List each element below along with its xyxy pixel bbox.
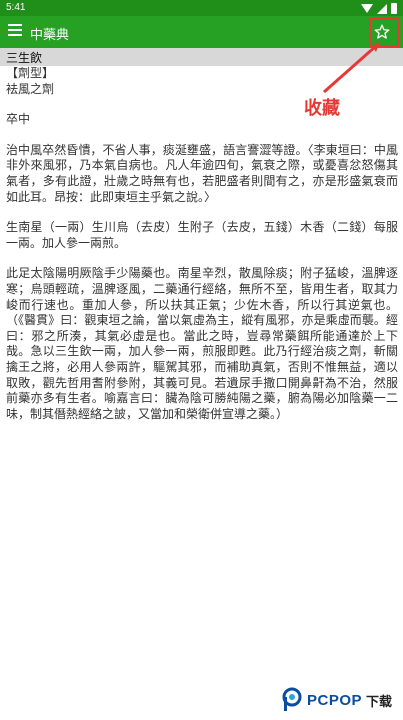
paragraph-indications: 治中風卒然昏憒，不省人事，痰涎壅盛，語言謇澀等證。〈李東垣曰：中風非外來風邪，乃…	[6, 142, 398, 204]
paragraph-ingredients: 生南星（一兩）生川烏（去皮）生附子（去皮，五錢）木香（二錢）每服一兩。加人參一兩…	[6, 220, 398, 250]
watermark: PCPOP 下载	[281, 684, 392, 716]
annotation-arrow-icon	[323, 42, 380, 94]
article-content: 【劑型】 袪風之劑 卒中 治中風卒然昏憒，不省人事，痰涎壅盛，語言謇澀等證。〈李…	[6, 66, 398, 437]
annotation-label: 收藏	[304, 98, 340, 119]
pcpop-logo-icon	[282, 687, 302, 711]
battery-icon	[391, 3, 397, 14]
status-time: 5:41	[6, 2, 26, 13]
section-title: 三生飲	[6, 51, 43, 65]
wifi-icon	[361, 4, 373, 13]
watermark-brand: PCPOP	[307, 691, 363, 709]
signal-icon	[377, 3, 387, 14]
app-title: 中藥典	[30, 28, 70, 43]
status-icons	[361, 3, 397, 14]
menu-icon[interactable]	[8, 24, 22, 38]
status-bar: 5:41	[0, 0, 403, 16]
watermark-suffix: 下载	[366, 694, 393, 710]
paragraph-explanation: 此足太陰陽明厥陰手少陽藥也。南星辛烈，散風除痰；附子猛峻，溫脾逐寒；烏頭輕疏，溫…	[6, 266, 398, 421]
